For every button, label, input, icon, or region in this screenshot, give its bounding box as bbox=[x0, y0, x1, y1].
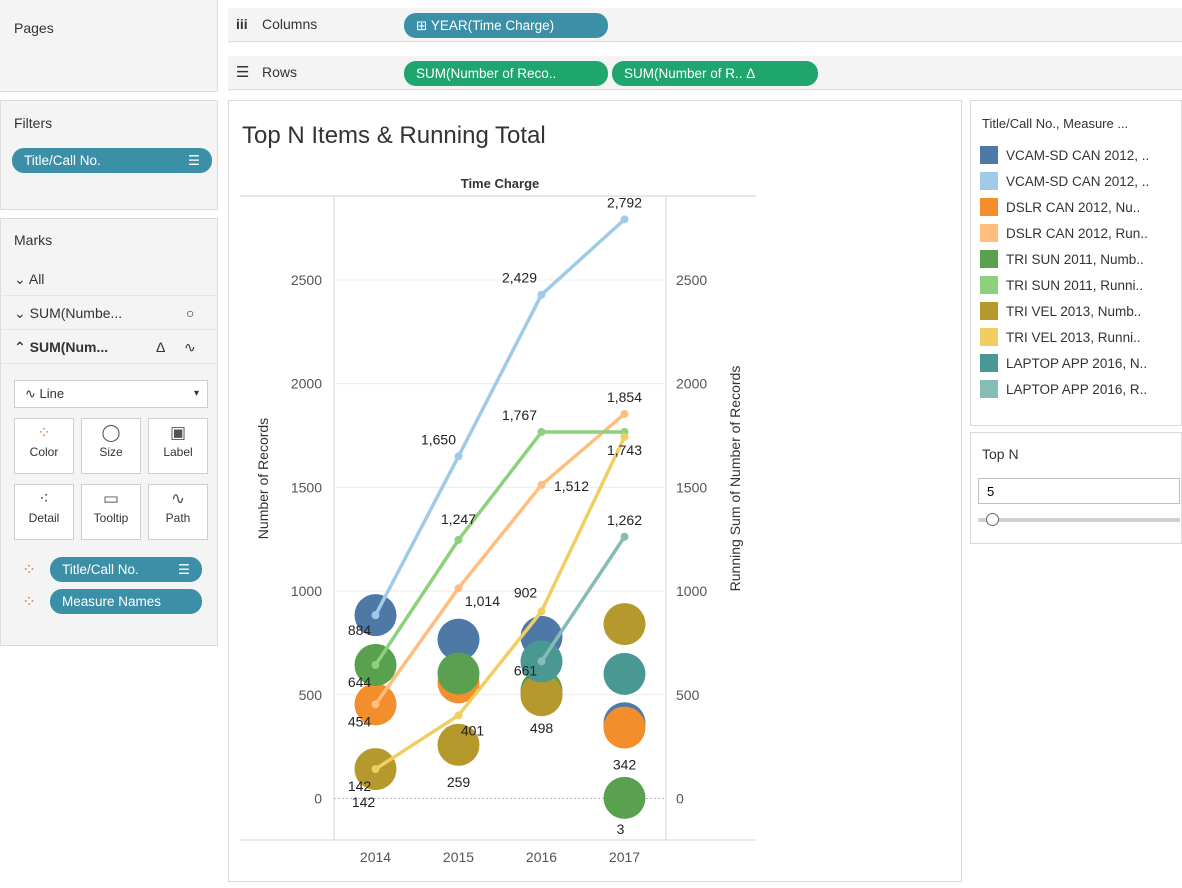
label-button[interactable]: ▣ Label bbox=[148, 418, 208, 474]
detail-icon: ⁖ bbox=[39, 489, 49, 508]
columns-label: Columns bbox=[262, 16, 318, 32]
marks-pill-title-label: Title/Call No. bbox=[62, 562, 139, 577]
tooltip-icon: ▭ bbox=[102, 489, 120, 508]
marks-sum1[interactable]: ⌄ SUM(Numbe... ○ bbox=[0, 296, 218, 330]
delta-icon: Δ bbox=[156, 339, 166, 355]
legend-swatch bbox=[980, 172, 998, 190]
rows-pill-running[interactable]: SUM(Number of R.. Δ bbox=[612, 61, 818, 86]
marks-all-label: All bbox=[28, 271, 45, 287]
pages-label: Pages bbox=[14, 20, 54, 36]
legend-item[interactable]: DSLR CAN 2012, Nu.. bbox=[980, 196, 1180, 220]
legend-title: Title/Call No., Measure ... bbox=[982, 116, 1129, 131]
marks-sum2[interactable]: ⌃ SUM(Num... Δ ∿ bbox=[0, 330, 218, 364]
size-button-label: Size bbox=[99, 445, 123, 459]
sort-icon: ☰ bbox=[177, 562, 190, 577]
sort-icon: ☰ bbox=[187, 153, 200, 168]
legend-item[interactable]: TRI SUN 2011, Numb.. bbox=[980, 248, 1180, 272]
filters-label: Filters bbox=[14, 115, 53, 131]
topn-title: Top N bbox=[982, 446, 1019, 462]
detail-button[interactable]: ⁖ Detail bbox=[14, 484, 74, 540]
chart-panel bbox=[228, 100, 962, 882]
tooltip-button[interactable]: ▭ Tooltip bbox=[81, 484, 141, 540]
marks-sum2-label: SUM(Num... bbox=[29, 339, 109, 355]
label-button-label: Label bbox=[163, 445, 193, 459]
legend-label: VCAM-SD CAN 2012, .. bbox=[1006, 148, 1150, 163]
chevron-down-icon: ⌄ bbox=[14, 271, 29, 287]
dropdown-arrow-icon: ▾ bbox=[193, 388, 199, 399]
path-icon: ∿ bbox=[170, 489, 186, 508]
color-button[interactable]: ⁘ Color bbox=[14, 418, 74, 474]
legend-label: TRI VEL 2013, Runni.. bbox=[1006, 330, 1141, 345]
legend-label: TRI VEL 2013, Numb.. bbox=[1006, 304, 1142, 319]
label-icon: ▣ bbox=[169, 423, 187, 442]
path-button[interactable]: ∿ Path bbox=[148, 484, 208, 540]
chevron-up-icon: ⌃ bbox=[14, 339, 30, 355]
marks-all[interactable]: ⌄ All bbox=[0, 262, 218, 296]
legend-item[interactable]: VCAM-SD CAN 2012, .. bbox=[980, 144, 1180, 168]
legend-label: TRI SUN 2011, Numb.. bbox=[1006, 252, 1144, 267]
circle-mark-icon: ○ bbox=[186, 305, 195, 321]
color-dots-icon: ⁘ bbox=[22, 592, 37, 611]
legend-label: TRI SUN 2011, Runni.. bbox=[1006, 278, 1144, 293]
legend-item[interactable]: VCAM-SD CAN 2012, .. bbox=[980, 170, 1180, 194]
color-button-label: Color bbox=[29, 445, 59, 459]
color-dots-icon: ⁘ bbox=[22, 560, 37, 579]
rows-pill-number[interactable]: SUM(Number of Reco.. bbox=[404, 61, 608, 86]
line-icon: ∿ bbox=[25, 386, 40, 401]
chart-title: Top N Items & Running Total bbox=[242, 122, 546, 149]
rows-label: Rows bbox=[262, 64, 298, 80]
legend-item[interactable]: LAPTOP APP 2016, N.. bbox=[980, 352, 1180, 376]
mark-type-value: Line bbox=[39, 386, 65, 401]
size-icon: ◯ bbox=[101, 423, 121, 442]
legend-swatch bbox=[980, 276, 998, 294]
rows-icon: ☰ bbox=[236, 64, 250, 81]
topn-slider-handle[interactable] bbox=[986, 513, 999, 526]
detail-button-label: Detail bbox=[28, 511, 60, 525]
legend-swatch bbox=[980, 146, 998, 164]
legend-swatch bbox=[980, 354, 998, 372]
legend-label: DSLR CAN 2012, Run.. bbox=[1006, 226, 1148, 241]
marks-pill-title[interactable]: Title/Call No. ☰ bbox=[50, 557, 202, 582]
mark-type-dropdown[interactable]: ∿ Line ▾ bbox=[14, 380, 208, 408]
tooltip-button-label: Tooltip bbox=[93, 511, 129, 525]
legend-item[interactable]: LAPTOP APP 2016, R.. bbox=[980, 378, 1180, 402]
legend-label: DSLR CAN 2012, Nu.. bbox=[1006, 200, 1141, 215]
legend-swatch bbox=[980, 302, 998, 320]
legend-swatch bbox=[980, 224, 998, 242]
topn-input[interactable] bbox=[978, 478, 1180, 504]
marks-label: Marks bbox=[14, 232, 53, 248]
columns-icon: iii bbox=[236, 16, 248, 32]
legend-item[interactable]: TRI VEL 2013, Runni.. bbox=[980, 326, 1180, 350]
marks-pill-measure-names[interactable]: Measure Names bbox=[50, 589, 202, 614]
legend-label: LAPTOP APP 2016, R.. bbox=[1006, 382, 1148, 397]
path-button-label: Path bbox=[165, 511, 191, 525]
legend-swatch bbox=[980, 380, 998, 398]
legend-swatch bbox=[980, 328, 998, 346]
color-icon: ⁘ bbox=[36, 423, 52, 442]
columns-pill-year[interactable]: ⊞ YEAR(Time Charge) bbox=[404, 13, 608, 38]
line-mark-icon: ∿ bbox=[184, 339, 196, 355]
legend-item[interactable]: DSLR CAN 2012, Run.. bbox=[980, 222, 1180, 246]
topn-slider[interactable] bbox=[978, 518, 1180, 522]
size-button[interactable]: ◯ Size bbox=[81, 418, 141, 474]
filter-pill-label: Title/Call No. bbox=[24, 153, 101, 168]
legend-label: VCAM-SD CAN 2012, .. bbox=[1006, 174, 1150, 189]
marks-sum1-label: SUM(Numbe... bbox=[29, 305, 123, 321]
filter-pill-title[interactable]: Title/Call No. ☰ bbox=[12, 148, 212, 173]
legend-item[interactable]: TRI VEL 2013, Numb.. bbox=[980, 300, 1180, 324]
legend-swatch bbox=[980, 198, 998, 216]
columns-shelf[interactable]: iii Columns bbox=[228, 8, 1182, 42]
legend-label: LAPTOP APP 2016, N.. bbox=[1006, 356, 1148, 371]
chevron-down-icon: ⌄ bbox=[14, 305, 30, 321]
legend-swatch bbox=[980, 250, 998, 268]
pages-pane bbox=[0, 0, 218, 92]
legend-item[interactable]: TRI SUN 2011, Runni.. bbox=[980, 274, 1180, 298]
